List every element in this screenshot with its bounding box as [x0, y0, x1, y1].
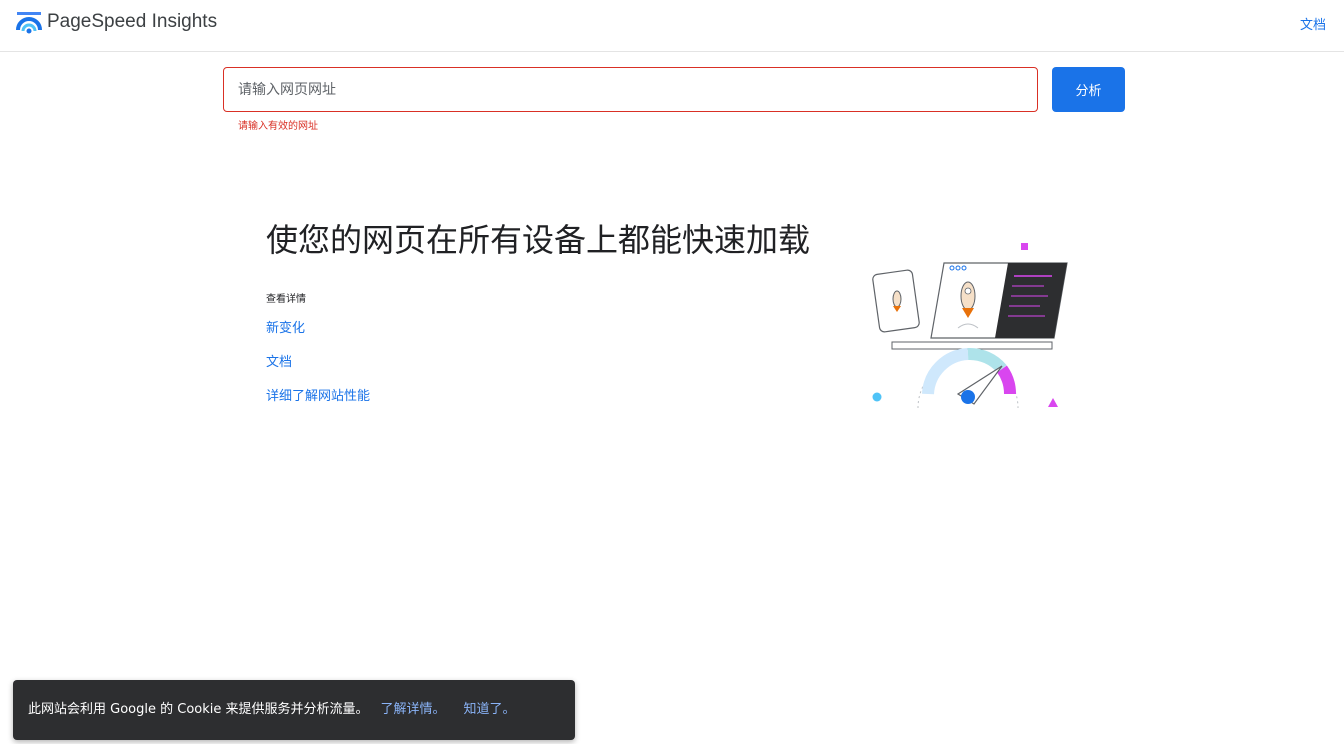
top-bar: PageSpeed Insights 文档 — [0, 0, 1344, 52]
square-decoration — [1021, 243, 1028, 250]
url-error-message: 请输入有效的网址 — [238, 121, 318, 132]
whats-new-link[interactable]: 新变化 — [266, 317, 305, 336]
app-title[interactable]: PageSpeed Insights — [47, 10, 217, 34]
circle-decoration — [872, 392, 882, 402]
phone-icon — [872, 269, 920, 333]
speed-gauge-icon — [917, 347, 1019, 409]
cookie-banner: 此网站会利用 Google 的 Cookie 来提供服务并分析流量。 了解详情。 知… — [13, 680, 575, 740]
cookie-learn-more-link[interactable]: 了解详情。 — [381, 702, 446, 717]
url-input[interactable] — [223, 67, 1038, 112]
page-headline: 使您的网页在所有设备上都能快速加载 — [266, 221, 811, 259]
top-docs-link[interactable]: 文档 — [1300, 14, 1326, 33]
cookie-dismiss-button[interactable]: 知道了。 — [464, 702, 516, 717]
speed-devices-illustration — [872, 243, 1068, 409]
documentation-link[interactable]: 文档 — [266, 351, 292, 370]
triangle-decoration — [1048, 398, 1058, 407]
laptop-icon — [891, 262, 1068, 350]
pagespeed-logo-icon[interactable] — [16, 10, 42, 36]
cookie-message: 此网站会利用 Google 的 Cookie 来提供服务并分析流量。 — [28, 702, 369, 717]
details-heading: 查看详情 — [266, 294, 306, 305]
analyze-button[interactable]: 分析 — [1052, 67, 1125, 112]
learn-site-performance-link[interactable]: 详细了解网站性能 — [266, 385, 370, 404]
